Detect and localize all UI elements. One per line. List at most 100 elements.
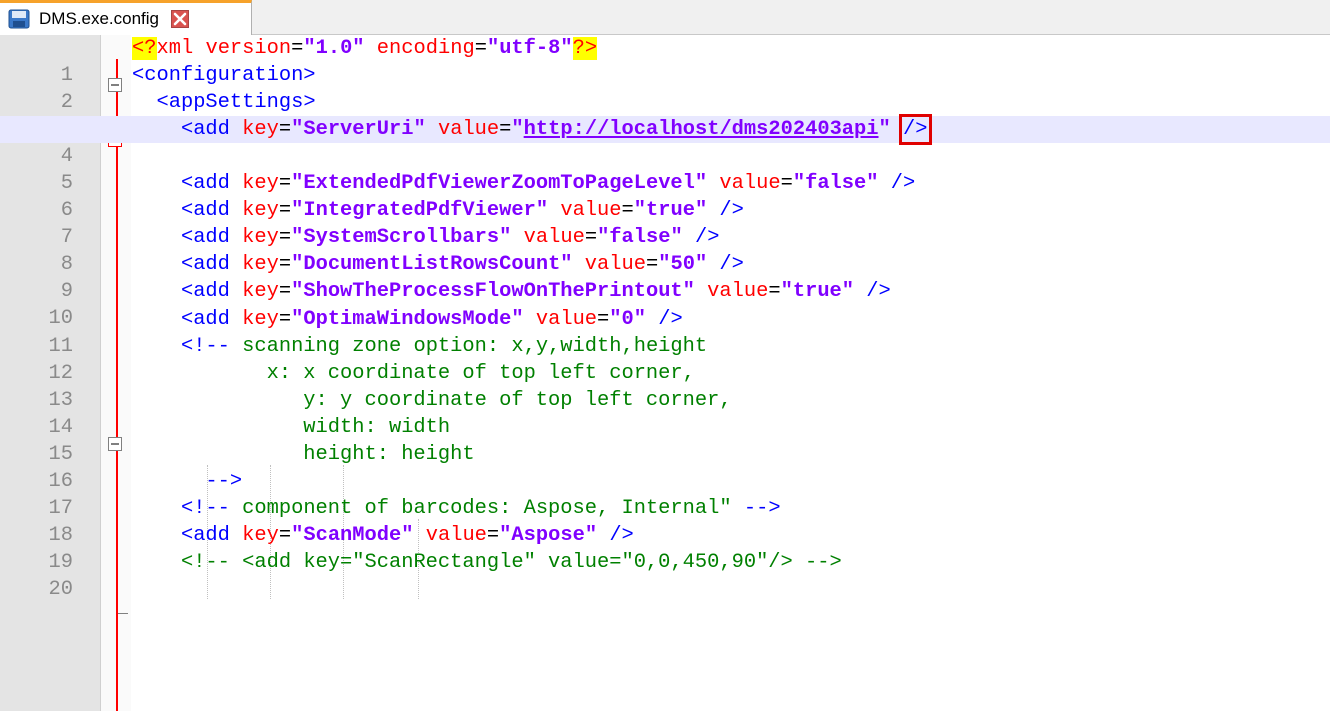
attr-value: value [425, 524, 487, 547]
code-editor[interactable]: 1 <?xml version="1.0" encoding="utf-8"?>… [0, 35, 1330, 711]
key-value: "IntegratedPdfViewer" [291, 199, 549, 222]
tag-configuration: <configuration> [132, 64, 316, 87]
tag-close: /> [597, 524, 634, 547]
setting-value: "true" [633, 199, 708, 222]
code-line-1[interactable]: 1 <?xml version="1.0" encoding="utf-8"?> [0, 35, 1330, 87]
setting-value: "true" [780, 280, 855, 303]
attr-encoding: encoding [376, 37, 475, 60]
tag-add: <add [180, 280, 243, 303]
equals: = [278, 253, 292, 276]
code-line-14[interactable]: 14 y: y coordinate of top left corner, [0, 387, 1330, 439]
attr-value: value [584, 253, 646, 276]
equals: = [278, 308, 292, 331]
comment-text: width: width [132, 416, 451, 439]
code-line-7[interactable]: 7 <add key="IntegratedPdfViewer" value="… [0, 197, 1330, 249]
equals: = [278, 172, 292, 195]
save-icon [8, 9, 30, 29]
attr-key: key [242, 253, 279, 276]
comment-text: component of barcodes: Aspose, Internal" [229, 497, 744, 520]
key-value: "ExtendedPdfViewerZoomToPageLevel" [291, 172, 708, 195]
code-line-8[interactable]: 8 <add key="SystemScrollbars" value="fal… [0, 224, 1330, 276]
xml-decl-name: xml [156, 37, 206, 60]
fold-end-tick [118, 613, 128, 614]
code-line-4[interactable]: 4 <add key="ServerUri" value="http://loc… [0, 114, 1330, 170]
attr-key: key [242, 199, 279, 222]
equals: = [645, 253, 659, 276]
line-number: 20 [48, 578, 73, 601]
key-value: "ShowTheProcessFlowOnThePrintout" [291, 280, 695, 303]
code-line-9[interactable]: 9 <add key="DocumentListRowsCount" value… [0, 251, 1330, 303]
xml-decl-close: ?> [572, 37, 598, 60]
code-line-5[interactable]: 5 [0, 143, 1330, 195]
attr-value: value [707, 280, 769, 303]
equals: = [486, 524, 500, 547]
tag-close: /> [682, 226, 720, 249]
code-line-3[interactable]: 3 <appSettings> [0, 89, 1330, 141]
equals: = [584, 226, 598, 249]
xml-decl-open: < [132, 37, 145, 60]
code-line-17[interactable]: 17 --> [0, 468, 1330, 520]
equals: = [768, 280, 781, 303]
setting-value: "50" [658, 253, 708, 276]
code-line-12[interactable]: 12 <!-- scanning zone option: x,y,width,… [0, 333, 1330, 385]
tag-close: /> [878, 172, 916, 195]
code-line-16[interactable]: 16 height: height [0, 441, 1330, 493]
equals: = [278, 524, 292, 547]
comment-text: scanning zone option: x,y,width,height [229, 335, 708, 358]
key-value: "SystemScrollbars" [291, 226, 512, 249]
tag-appsettings: <appSettings> [156, 91, 316, 114]
attr-value: value [523, 226, 585, 249]
attr-key: key [242, 280, 279, 303]
key-value: "DocumentListRowsCount" [291, 253, 573, 276]
key-value: "ServerUri" [291, 118, 426, 141]
comment-close: --> [205, 470, 243, 493]
code-line-20[interactable]: 20 <!-- <add key="ScanRectangle" value="… [0, 549, 1330, 601]
code-line-6[interactable]: 6 <add key="ExtendedPdfViewerZoomToPageL… [0, 170, 1330, 222]
tag-add: <add [180, 118, 243, 141]
comment-text: height: height [132, 443, 475, 466]
attr-key: key [242, 172, 279, 195]
value-encoding: "utf-8" [486, 37, 573, 60]
close-icon[interactable] [171, 10, 189, 28]
quote: " [511, 118, 524, 141]
comment-open: <!-- [180, 335, 230, 358]
server-uri-link[interactable]: http://localhost/dms202403api [524, 118, 879, 141]
comment-close: --> [743, 497, 781, 520]
code-line-13[interactable]: 13 x: x coordinate of top left corner, [0, 360, 1330, 412]
tab-dms-exe-config[interactable]: DMS.exe.config [0, 0, 252, 35]
setting-value: "0" [609, 308, 647, 331]
code-line-18[interactable]: 18 <!-- component of barcodes: Aspose, I… [0, 495, 1330, 547]
value-version: "1.0" [303, 37, 365, 60]
equals: = [621, 199, 634, 222]
tag-close: /> [646, 308, 683, 331]
setting-value: "Aspose" [499, 524, 598, 547]
code-line-19[interactable]: 19 <add key="ScanMode" value="Aspose" /> [0, 522, 1330, 574]
equals: = [291, 37, 304, 60]
tag-add: <add [180, 308, 243, 331]
setting-value: "false" [792, 172, 879, 195]
code-line-15[interactable]: 15 width: width [0, 414, 1330, 466]
code-line-10[interactable]: 10 <add key="ShowTheProcessFlowOnThePrin… [0, 278, 1330, 330]
tag-close: /> [707, 199, 744, 222]
setting-value: "false" [597, 226, 683, 249]
code-line-11[interactable]: 11 <add key="OptimaWindowsMode" value="0… [0, 306, 1330, 358]
equals: = [597, 308, 610, 331]
code-line-2[interactable]: 2 <configuration> [0, 62, 1330, 114]
attr-value: value [719, 172, 781, 195]
